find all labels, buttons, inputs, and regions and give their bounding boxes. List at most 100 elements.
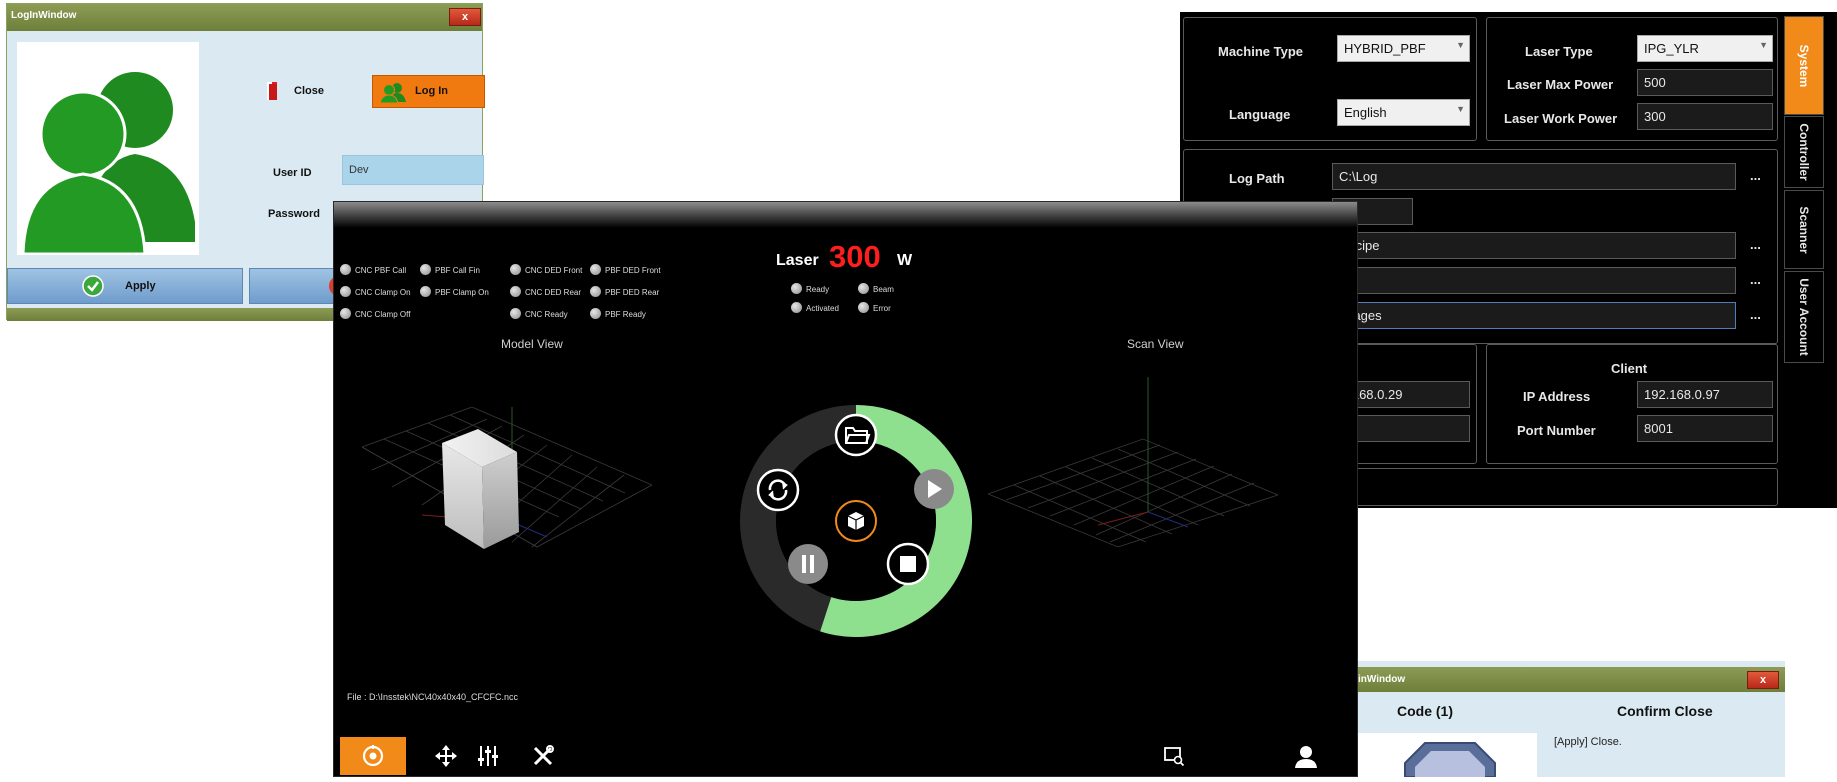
laser-status-label: Beam (873, 285, 894, 294)
apply-button[interactable]: Apply (7, 268, 243, 304)
user-icon (1295, 746, 1317, 768)
login-close-x-button[interactable]: x (449, 8, 481, 26)
pause-icon (802, 555, 806, 573)
led-indicator-icon (510, 308, 521, 319)
tools-icon (533, 745, 554, 766)
status-led: CNC DED Rear (510, 286, 581, 297)
scan-view-canvas[interactable] (988, 377, 1278, 567)
model-cube-button[interactable] (835, 500, 877, 542)
stop-button[interactable] (886, 542, 930, 586)
laser-status-led: Activated (791, 302, 839, 313)
images-path-input[interactable]: Images (1332, 302, 1736, 329)
main-title-fade (334, 202, 1357, 228)
tab-scanner[interactable]: Scanner (1784, 190, 1824, 269)
pause-button[interactable] (788, 544, 828, 584)
status-led: PBF Ready (590, 308, 646, 319)
nc-path-input[interactable]: NC (1332, 267, 1736, 294)
laser-max-power-input[interactable]: 500 (1637, 69, 1773, 96)
recipe-path-browse-button[interactable]: ... (1750, 237, 1761, 252)
user-id-input[interactable]: Dev (342, 155, 484, 185)
open-folder-button[interactable] (834, 413, 878, 457)
laser-work-power-input[interactable]: 300 (1637, 103, 1773, 130)
code-image-box (1355, 733, 1537, 778)
stop-icon (900, 556, 916, 572)
recipe-path-input[interactable]: Recipe (1332, 232, 1736, 259)
laser-status-label: Activated (806, 304, 839, 313)
refresh-button[interactable] (756, 468, 800, 512)
status-label: PBF Clamp On (435, 288, 489, 297)
led-indicator-icon (590, 308, 601, 319)
led-indicator-icon (340, 308, 351, 319)
tab-user-account[interactable]: User Account (1784, 271, 1824, 363)
status-led: CNC DED Front (510, 264, 582, 275)
status-label: CNC Ready (525, 310, 568, 319)
laser-label: Laser (776, 252, 819, 269)
led-indicator-icon (420, 264, 431, 275)
status-led: PBF Call Fin (420, 264, 480, 275)
client-port-input[interactable]: 8001 (1637, 415, 1773, 442)
code-header: Code (1) (1397, 703, 1453, 719)
laser-power-value: 300 (829, 239, 881, 274)
status-led: PBF Clamp On (420, 286, 489, 297)
move-icon (435, 745, 457, 767)
nav-home-button[interactable] (340, 737, 406, 775)
laser-type-value: IPG_YLR (1644, 41, 1699, 56)
log-path-browse-button[interactable]: ... (1750, 168, 1761, 183)
led-indicator-icon (420, 286, 431, 297)
status-led: CNC PBF Call (340, 264, 406, 275)
image-search-icon (1164, 747, 1185, 767)
cube-side (482, 452, 519, 549)
octagon-icon (1404, 742, 1496, 778)
laser-status-led: Ready (791, 283, 829, 294)
user-id-label: User ID (273, 167, 312, 179)
language-select[interactable]: English ▼ (1337, 99, 1470, 126)
led-indicator-icon (340, 264, 351, 275)
laser-type-label: Laser Type (1525, 44, 1593, 59)
client-ip-input[interactable]: 192.168.0.97 (1637, 381, 1773, 408)
led-indicator-icon (858, 302, 869, 313)
log-path-input[interactable]: C:\Log (1332, 163, 1736, 190)
login-button[interactable]: Log In (372, 75, 485, 108)
nav-sliders-button[interactable] (467, 737, 509, 775)
laser-panel: Laser Type IPG_YLR ▼ Laser Max Power 500… (1486, 17, 1778, 141)
nav-image-search-button[interactable] (1153, 737, 1195, 775)
log-path-label: Log Path (1229, 171, 1285, 186)
status-led: CNC Clamp Off (340, 308, 410, 319)
play-button[interactable] (914, 469, 954, 509)
status-label: CNC Clamp On (355, 288, 411, 297)
tab-system[interactable]: System (1784, 16, 1824, 115)
laser-status-label: Ready (806, 285, 830, 294)
machine-type-value: HYBRID_PBF (1344, 41, 1426, 56)
status-label: CNC Clamp Off (355, 310, 411, 319)
status-led: PBF DED Front (590, 264, 661, 275)
chevron-down-icon: ▼ (1456, 104, 1465, 114)
status-led: CNC Clamp On (340, 286, 411, 297)
confirm-titlebar: inWindow x (1355, 667, 1785, 692)
nav-user-button[interactable] (1285, 737, 1327, 775)
client-port-label: Port Number (1517, 423, 1596, 438)
machine-type-select[interactable]: HYBRID_PBF ▼ (1337, 35, 1470, 62)
model-view-canvas[interactable] (362, 407, 652, 592)
laser-status-label: Error (873, 304, 891, 313)
nc-path-browse-button[interactable]: ... (1750, 272, 1761, 287)
status-label: CNC DED Front (525, 266, 583, 275)
control-wheel (740, 405, 972, 637)
laser-type-select[interactable]: IPG_YLR ▼ (1637, 35, 1773, 62)
images-path-browse-button[interactable]: ... (1750, 307, 1761, 322)
led-indicator-icon (858, 283, 869, 294)
client-panel: Client IP Address 192.168.0.97 Port Numb… (1486, 344, 1778, 464)
chevron-down-icon: ▼ (1759, 40, 1768, 50)
nav-tools-button[interactable] (522, 737, 564, 775)
cancel-button[interactable] (249, 268, 349, 304)
status-label: PBF DED Rear (605, 288, 660, 297)
tab-controller[interactable]: Controller (1784, 116, 1824, 188)
confirm-close-x-button[interactable]: x (1747, 671, 1779, 689)
close-label: Close (294, 85, 324, 97)
confirm-window-title: inWindow (1358, 674, 1406, 685)
tab-controller-label: Controller (1797, 123, 1811, 181)
login-window-title: LogInWindow (11, 10, 77, 21)
nav-move-button[interactable] (425, 737, 467, 775)
file-path-label: File : D:\Insstek\NC\40x40x40_CFCFC.ncc (347, 692, 519, 702)
machine-type-label: Machine Type (1218, 44, 1304, 59)
model-view-label: Model View (501, 337, 563, 351)
